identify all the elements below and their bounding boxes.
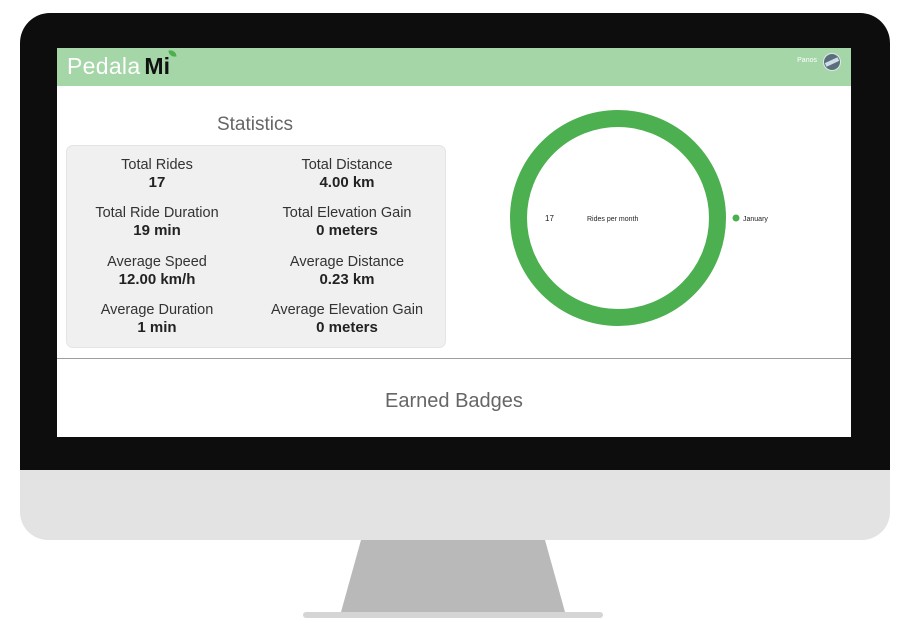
chart-title: Rides per month <box>587 216 638 223</box>
stat-label: Average Elevation Gain <box>270 302 424 318</box>
rides-per-month-chart: 17 Rides per month January <box>510 110 768 326</box>
stat-label: Total Distance <box>301 157 393 173</box>
stat-label: Average Duration <box>100 302 214 318</box>
user-avatar-icon[interactable] <box>823 53 841 71</box>
monitor-chin <box>20 470 890 540</box>
stat-value: 19 min <box>133 222 181 239</box>
brand-name-bold-text: Mi <box>144 53 170 79</box>
brand-name-light: Pedala <box>67 53 141 79</box>
stat-total-rides: Total Rides 17 <box>67 156 247 192</box>
stat-label: Total Rides <box>121 157 193 173</box>
stat-value: 4.00 km <box>319 174 375 191</box>
stat-value: 17 <box>148 174 166 191</box>
statistics-card: Total Rides 17 Total Distance 4.00 km To… <box>66 145 446 348</box>
username-label[interactable]: Panos <box>797 57 817 64</box>
stat-label: Average Speed <box>107 254 207 270</box>
stat-total-distance: Total Distance 4.00 km <box>257 156 437 192</box>
app-header: Pedala Mi Panos <box>57 48 851 86</box>
stat-label: Average Distance <box>289 254 405 270</box>
app-logo[interactable]: Pedala Mi <box>67 49 177 80</box>
stat-total-ride-duration: Total Ride Duration 19 min <box>67 204 247 240</box>
stat-total-elevation-gain: Total Elevation Gain 0 meters <box>257 204 437 240</box>
stat-label: Total Elevation Gain <box>282 205 412 221</box>
stat-value: 0 meters <box>316 222 378 239</box>
stat-value: 1 min <box>137 319 177 336</box>
earned-badges-title: Earned Badges <box>385 390 523 412</box>
stat-average-speed: Average Speed 12.00 km/h <box>67 253 247 289</box>
section-divider <box>57 358 851 359</box>
stat-average-elevation-gain: Average Elevation Gain 0 meters <box>257 301 437 337</box>
legend-marker[interactable] <box>732 214 740 222</box>
monitor-stand <box>303 540 603 618</box>
stat-value: 0 meters <box>316 319 378 336</box>
stat-value: 12.00 km/h <box>118 271 196 288</box>
stat-label: Total Ride Duration <box>95 205 219 221</box>
stat-average-distance: Average Distance 0.23 km <box>257 253 437 289</box>
stat-average-duration: Average Duration 1 min <box>67 301 247 337</box>
legend-label[interactable]: January <box>743 216 768 223</box>
stat-value: 0.23 km <box>319 271 375 288</box>
app-screen: Pedala Mi Panos Statistics Total Rides 17… <box>57 48 851 437</box>
statistics-title: Statistics <box>216 114 294 135</box>
brand-name-bold: Mi <box>144 49 177 79</box>
chart-center-value: 17 <box>545 214 554 223</box>
